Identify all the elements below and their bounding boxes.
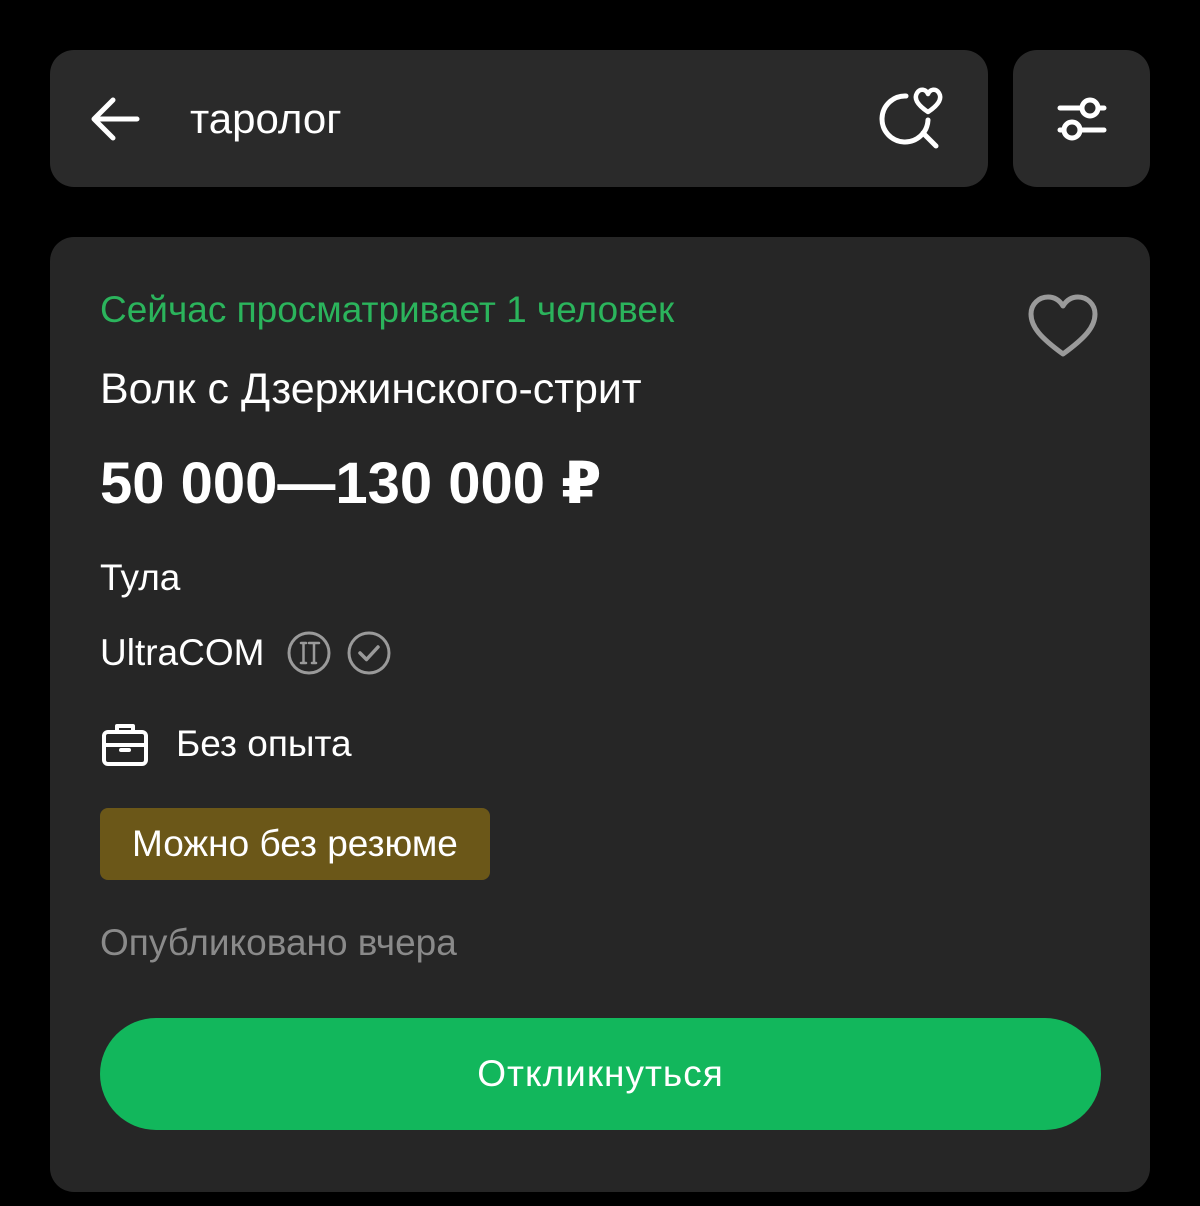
- search-input[interactable]: [190, 50, 840, 187]
- salary-range: 50 000—130 000 ₽: [100, 451, 602, 516]
- search-bar: [50, 50, 988, 187]
- company-name[interactable]: UltraCOM: [100, 632, 264, 674]
- filter-button[interactable]: [1013, 50, 1150, 187]
- respond-button[interactable]: Откликнуться: [100, 1018, 1101, 1130]
- published-date: Опубликовано вчера: [100, 922, 457, 963]
- sliders-icon: [1057, 97, 1106, 140]
- heart-search-icon: [879, 87, 943, 149]
- viewers-count-text: Сейчас просматривает 1 человек: [100, 289, 675, 330]
- no-resume-tag: Можно без резюме: [100, 808, 490, 880]
- experience-text: Без опыта: [176, 723, 352, 764]
- back-button[interactable]: [80, 84, 150, 154]
- city-label: Тула: [100, 557, 181, 598]
- experience-row: Без опыта: [100, 719, 352, 769]
- favorite-button[interactable]: [1025, 289, 1101, 365]
- it-accredited-icon: [287, 631, 331, 675]
- vacancy-title[interactable]: Волк с Дзержинского-стрит: [100, 365, 642, 414]
- heart-outline-icon: [1028, 294, 1098, 357]
- saved-search-button[interactable]: [872, 78, 952, 158]
- vacancy-card[interactable]: Сейчас просматривает 1 человек Волк с Дз…: [50, 237, 1150, 1192]
- arrow-left-icon: [91, 97, 140, 141]
- verified-check-icon: [347, 631, 391, 675]
- company-row: UltraCOM: [100, 627, 392, 679]
- briefcase-icon: [102, 724, 148, 766]
